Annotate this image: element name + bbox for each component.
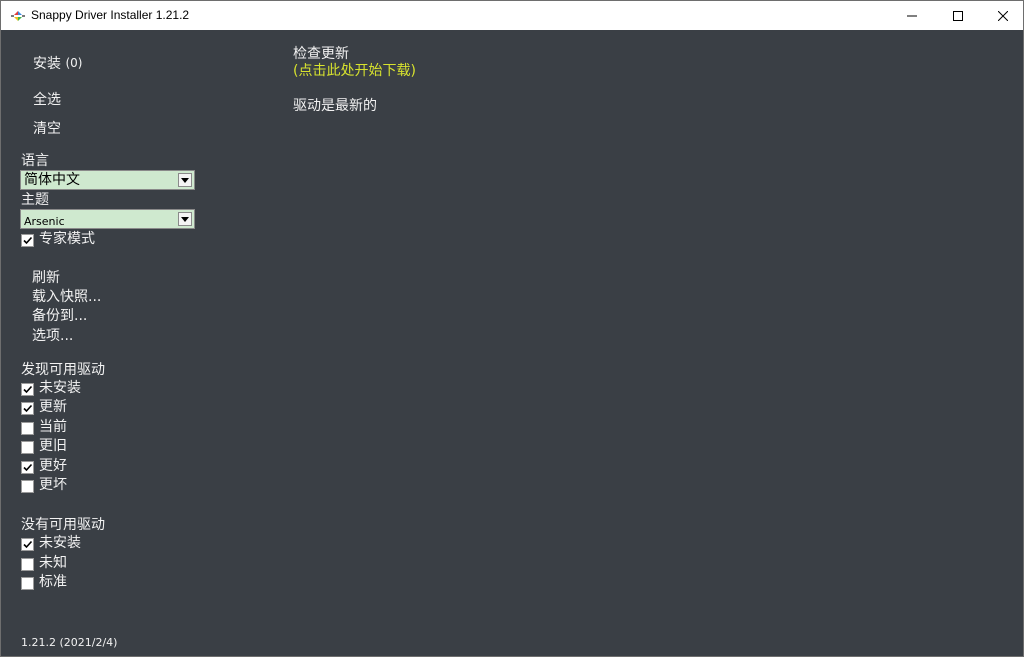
app-window: Snappy Driver Installer 1.21.2 安装 (0) 全选… bbox=[0, 0, 1024, 657]
filter-older-label: 更旧 bbox=[39, 438, 67, 454]
expert-mode-label: 专家模式 bbox=[39, 231, 95, 247]
filter-better-label: 更好 bbox=[39, 458, 67, 474]
language-label: 语言 bbox=[21, 153, 49, 169]
chevron-down-icon[interactable] bbox=[178, 212, 192, 226]
filter-standard-label: 标准 bbox=[39, 574, 67, 590]
options-button[interactable]: 选项... bbox=[32, 328, 73, 345]
filter-current-label: 当前 bbox=[39, 419, 67, 435]
theme-select[interactable]: Arsenic bbox=[20, 209, 195, 229]
chevron-down-icon[interactable] bbox=[178, 173, 192, 187]
filter-better-checkbox[interactable] bbox=[21, 461, 34, 474]
no-drivers-header: 没有可用驱动 bbox=[21, 517, 105, 533]
install-count: (0) bbox=[65, 56, 83, 70]
filter-newer-label: 更新 bbox=[39, 399, 67, 415]
minimize-icon bbox=[907, 15, 917, 16]
filter-newer-checkbox[interactable] bbox=[21, 402, 34, 415]
clear-button[interactable]: 清空 bbox=[33, 121, 61, 138]
filter-older-checkbox[interactable] bbox=[21, 441, 34, 454]
filter-not-installed-checkbox[interactable] bbox=[21, 383, 34, 396]
close-icon bbox=[998, 10, 1008, 21]
close-button[interactable] bbox=[980, 1, 1024, 30]
driver-status-text: 驱动是最新的 bbox=[293, 98, 377, 114]
theme-label: 主题 bbox=[21, 192, 49, 208]
window-title: Snappy Driver Installer 1.21.2 bbox=[31, 8, 190, 22]
minimize-button[interactable] bbox=[889, 1, 935, 30]
checkmark-icon bbox=[23, 404, 33, 413]
filter-worse-label: 更坏 bbox=[39, 477, 67, 493]
language-select[interactable]: 简体中文 bbox=[20, 170, 195, 190]
checkmark-icon bbox=[23, 463, 33, 472]
title-bar[interactable]: Snappy Driver Installer 1.21.2 bbox=[1, 1, 1023, 30]
install-button[interactable]: 安装 (0) bbox=[33, 56, 82, 73]
theme-select-value: Arsenic bbox=[24, 215, 65, 228]
filter-standard-checkbox[interactable] bbox=[21, 577, 34, 590]
checkmark-icon bbox=[23, 385, 33, 394]
check-updates-title[interactable]: 检查更新 bbox=[293, 46, 349, 63]
language-select-value: 简体中文 bbox=[24, 172, 80, 188]
select-all-button[interactable]: 全选 bbox=[33, 92, 61, 109]
install-label: 安装 bbox=[33, 56, 61, 72]
expert-mode-checkbox[interactable] bbox=[21, 234, 34, 247]
snappy-logo-icon bbox=[11, 11, 25, 21]
load-snapshot-button[interactable]: 载入快照... bbox=[32, 289, 101, 306]
filter-current-checkbox[interactable] bbox=[21, 422, 34, 435]
maximize-button[interactable] bbox=[935, 1, 981, 30]
filter-unknown-checkbox[interactable] bbox=[21, 558, 34, 571]
filter-missing-not-installed-checkbox[interactable] bbox=[21, 538, 34, 551]
start-download-link[interactable]: (点击此处开始下载) bbox=[293, 63, 416, 80]
filter-unknown-label: 未知 bbox=[39, 555, 67, 571]
found-drivers-header: 发现可用驱动 bbox=[21, 362, 105, 378]
checkmark-icon bbox=[23, 540, 33, 549]
maximize-icon bbox=[953, 10, 963, 21]
backup-button[interactable]: 备份到... bbox=[32, 308, 87, 325]
refresh-button[interactable]: 刷新 bbox=[32, 270, 60, 287]
filter-worse-checkbox[interactable] bbox=[21, 480, 34, 493]
filter-missing-not-installed-label: 未安装 bbox=[39, 535, 81, 551]
checkmark-icon bbox=[23, 236, 33, 245]
filter-not-installed-label: 未安装 bbox=[39, 380, 81, 396]
main-client-area: 安装 (0) 全选 清空 语言 简体中文 主题 Arsenic 专家模式 刷新 … bbox=[1, 30, 1023, 656]
version-label: 1.21.2 (2021/2/4) bbox=[21, 636, 118, 649]
